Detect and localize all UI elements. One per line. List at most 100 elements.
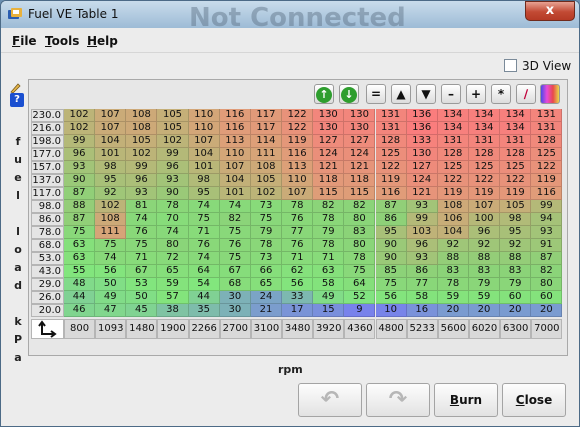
ve-cell[interactable]: 63 [313, 265, 345, 278]
ve-cell[interactable]: 105 [500, 200, 532, 213]
ve-cell[interactable]: 105 [157, 109, 189, 122]
ve-cell[interactable]: 64 [344, 278, 376, 291]
ve-cell[interactable]: 56 [95, 265, 127, 278]
ve-cell[interactable]: 82 [313, 200, 345, 213]
x-bin-label[interactable]: 2266 [188, 319, 220, 339]
ve-cell[interactable]: 60 [500, 291, 532, 304]
ve-cell[interactable]: 131 [437, 135, 469, 148]
ve-cell[interactable]: 71 [188, 226, 220, 239]
ve-cell[interactable]: 78 [313, 213, 345, 226]
ve-cell[interactable]: 102 [250, 187, 283, 200]
ve-cell[interactable]: 93 [406, 252, 438, 265]
ve-cell[interactable]: 105 [126, 135, 158, 148]
ve-cell[interactable]: 108 [126, 122, 158, 135]
ve-cell[interactable]: 98 [95, 161, 127, 174]
ve-cell[interactable]: 98 [188, 174, 220, 187]
y-bin-label[interactable]: 68.0 [31, 239, 64, 252]
ve-cell[interactable]: 121 [344, 161, 376, 174]
ve-cell[interactable]: 125 [375, 148, 407, 161]
ve-cell[interactable]: 128 [437, 148, 469, 161]
ve-cell[interactable]: 99 [126, 161, 158, 174]
menu-help[interactable]: Help [87, 34, 118, 48]
ve-cell[interactable]: 74 [95, 252, 127, 265]
ve-cell[interactable]: 116 [531, 187, 563, 200]
x-bin-label[interactable]: 4800 [375, 319, 407, 339]
ve-cell[interactable]: 125 [531, 148, 563, 161]
ve-cell[interactable]: 110 [188, 109, 220, 122]
ve-cell[interactable]: 80 [157, 239, 189, 252]
ve-cell[interactable]: 63 [64, 239, 96, 252]
ve-cell[interactable]: 134 [500, 109, 532, 122]
ve-cell[interactable]: 86 [406, 265, 438, 278]
ve-cell[interactable]: 127 [406, 161, 438, 174]
ve-cell[interactable]: 17 [282, 304, 314, 317]
ve-cell[interactable]: 49 [313, 291, 345, 304]
y-bin-label[interactable]: 117.0 [31, 187, 64, 200]
ve-cell[interactable]: 121 [313, 161, 345, 174]
ve-cell[interactable]: 70 [157, 213, 189, 226]
help-icon[interactable]: ? [10, 93, 24, 107]
menu-file[interactable]: File [12, 34, 37, 48]
ve-cell[interactable]: 107 [282, 187, 314, 200]
ve-cell[interactable]: 30 [219, 291, 251, 304]
ve-cell[interactable]: 115 [344, 187, 376, 200]
ve-cell[interactable]: 99 [406, 213, 438, 226]
ve-cell[interactable]: 122 [468, 174, 501, 187]
y-bin-label[interactable]: 157.0 [31, 161, 64, 174]
ve-cell[interactable]: 65 [250, 278, 283, 291]
y-bin-label[interactable]: 78.0 [31, 226, 64, 239]
ve-cell[interactable]: 127 [344, 135, 376, 148]
ve-cell[interactable]: 82 [531, 265, 563, 278]
ve-cell[interactable]: 134 [437, 109, 469, 122]
ve-cell[interactable]: 74 [188, 200, 220, 213]
ve-cell[interactable]: 128 [375, 135, 407, 148]
ve-cell[interactable]: 75 [250, 213, 283, 226]
ve-cell[interactable]: 75 [344, 265, 376, 278]
ve-cell[interactable]: 99 [531, 200, 563, 213]
ve-cell[interactable]: 104 [188, 148, 220, 161]
ve-cell[interactable]: 58 [313, 278, 345, 291]
ve-cell[interactable]: 95 [95, 174, 127, 187]
ve-cell[interactable]: 82 [344, 200, 376, 213]
ve-cell[interactable]: 121 [406, 187, 438, 200]
ve-cell[interactable]: 50 [95, 278, 127, 291]
ve-cell[interactable]: 113 [282, 161, 314, 174]
ve-cell[interactable]: 98 [500, 213, 532, 226]
ve-cell[interactable]: 80 [344, 239, 376, 252]
ve-cell[interactable]: 108 [95, 213, 127, 226]
ve-cell[interactable]: 124 [313, 148, 345, 161]
ve-cell[interactable]: 128 [531, 135, 563, 148]
ve-cell[interactable]: 134 [468, 122, 501, 135]
ve-cell[interactable]: 71 [126, 252, 158, 265]
ve-cell[interactable]: 20 [468, 304, 501, 317]
ve-cell[interactable]: 130 [406, 148, 438, 161]
ve-cell[interactable]: 91 [531, 239, 563, 252]
ve-cell[interactable]: 119 [282, 135, 314, 148]
x-bin-label[interactable]: 3920 [313, 319, 345, 339]
y-bin-label[interactable]: 29.0 [31, 278, 64, 291]
ve-cell[interactable]: 66 [250, 265, 283, 278]
ve-cell[interactable]: 90 [157, 187, 189, 200]
subtract-button[interactable]: – [441, 84, 461, 104]
ve-cell[interactable]: 53 [126, 278, 158, 291]
ve-cell[interactable]: 105 [157, 122, 189, 135]
ve-cell[interactable]: 95 [500, 226, 532, 239]
ve-cell[interactable]: 100 [468, 213, 501, 226]
ve-cell[interactable]: 117 [250, 109, 283, 122]
ve-cell[interactable]: 75 [64, 226, 96, 239]
ve-cell[interactable]: 119 [531, 174, 563, 187]
ve-cell[interactable]: 63 [64, 252, 96, 265]
menu-tools[interactable]: Tools [45, 34, 79, 48]
y-bin-label[interactable]: 26.0 [31, 291, 64, 304]
ve-cell[interactable]: 87 [64, 187, 96, 200]
swap-axes-corner-button[interactable] [31, 319, 64, 339]
ve-cell[interactable]: 77 [406, 278, 438, 291]
ve-cell[interactable]: 21 [250, 304, 283, 317]
ve-cell[interactable]: 79 [313, 226, 345, 239]
increase-rounded-icon[interactable]: ↑ [314, 84, 334, 104]
ve-cell[interactable]: 90 [375, 252, 407, 265]
ve-cell[interactable]: 134 [437, 122, 469, 135]
ve-cell[interactable]: 88 [64, 200, 96, 213]
ve-cell[interactable]: 92 [468, 239, 501, 252]
ve-cell[interactable]: 94 [531, 213, 563, 226]
